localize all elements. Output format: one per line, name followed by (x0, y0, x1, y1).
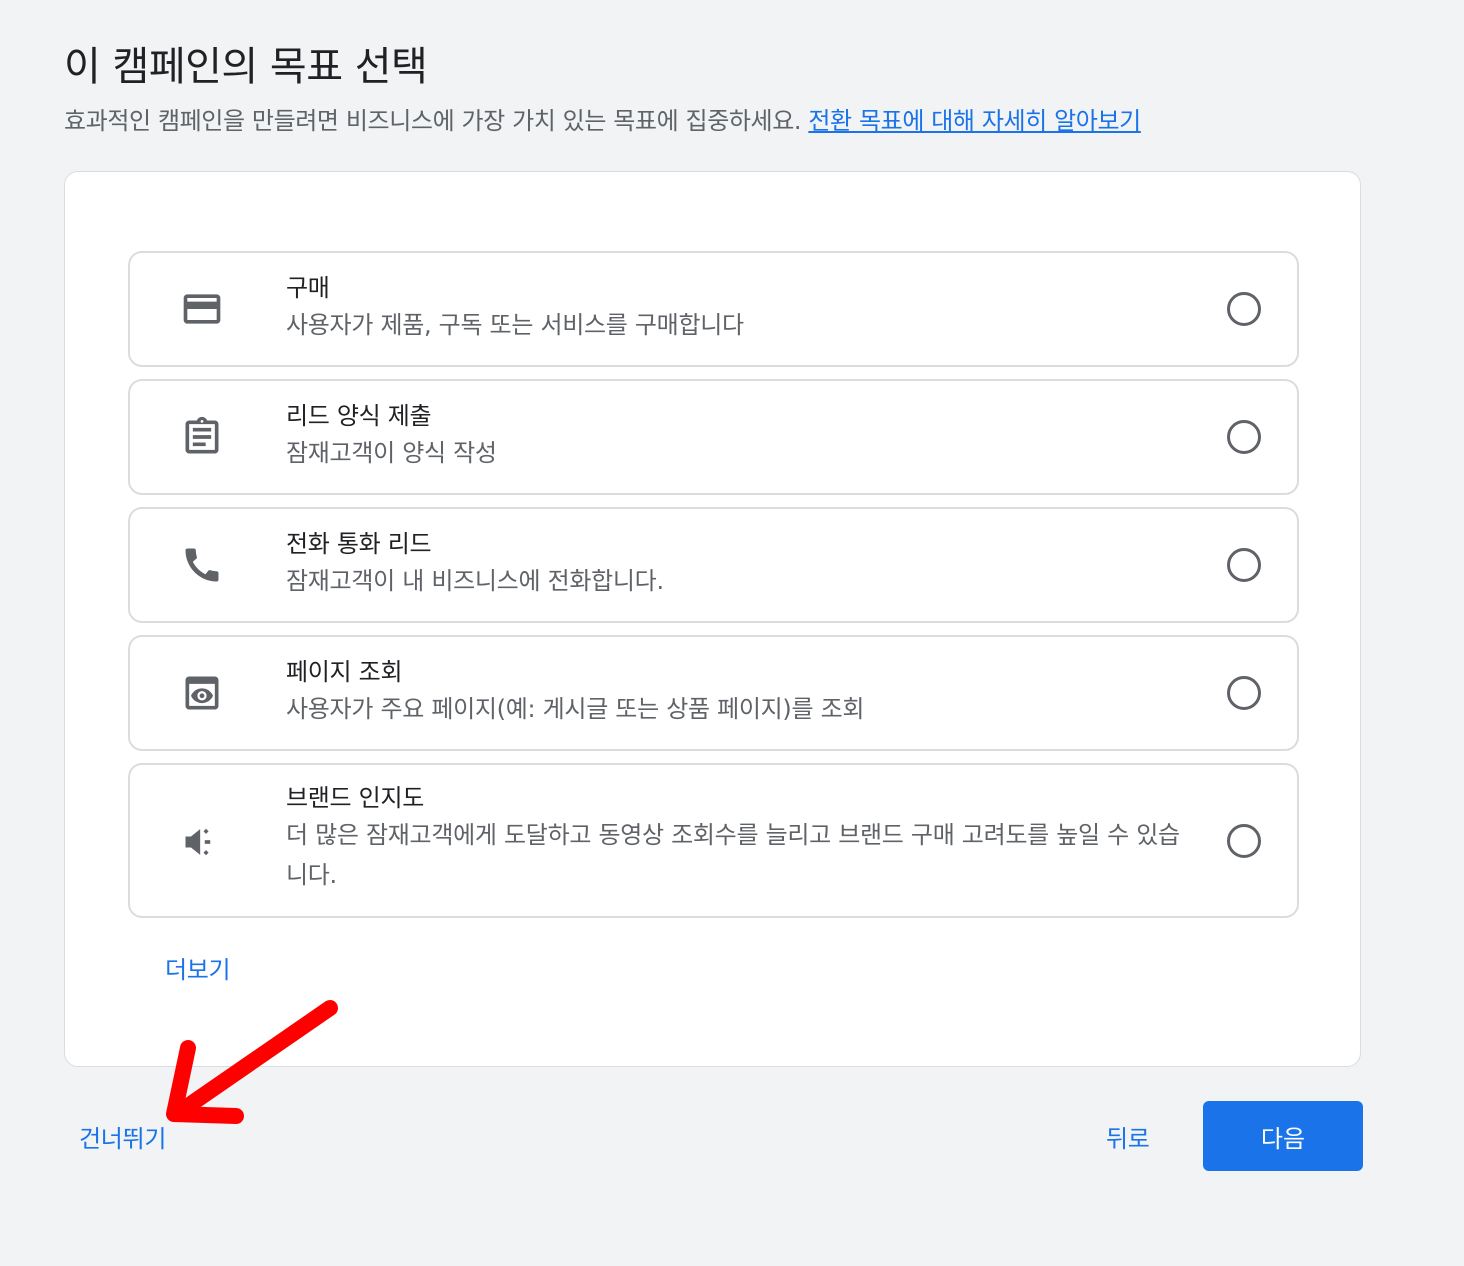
option-radio[interactable] (1227, 420, 1261, 454)
option-title: 브랜드 인지도 (286, 784, 425, 812)
option-title: 전화 통화 리드 (286, 530, 432, 558)
goal-selection-card: 구매 사용자가 제품, 구독 또는 서비스를 구매합니다 리드 양식 제출 잠재… (64, 171, 1361, 1067)
option-title: 페이지 조회 (286, 658, 403, 686)
option-lead-form[interactable]: 리드 양식 제출 잠재고객이 양식 작성 (128, 379, 1299, 495)
option-phone-call-lead[interactable]: 전화 통화 리드 잠재고객이 내 비즈니스에 전화합니다. (128, 507, 1299, 623)
megaphone-icon (180, 820, 224, 864)
option-text: 리드 양식 제출 잠재고객이 양식 작성 (286, 399, 1201, 473)
option-description: 사용자가 제품, 구독 또는 서비스를 구매합니다 (286, 311, 744, 339)
clipboard-icon (180, 415, 224, 459)
credit-card-icon (180, 287, 224, 331)
page-subtitle: 효과적인 캠페인을 만들려면 비즈니스에 가장 가치 있는 목표에 집중하세요.… (64, 101, 1141, 136)
option-title: 리드 양식 제출 (286, 402, 432, 430)
skip-link[interactable]: 건너뛰기 (79, 1119, 166, 1154)
option-text: 구매 사용자가 제품, 구독 또는 서비스를 구매합니다 (286, 271, 1201, 345)
option-text: 브랜드 인지도 더 많은 잠재고객에게 도달하고 동영상 조회수를 늘리고 브랜… (286, 781, 1201, 895)
option-description: 더 많은 잠재고객에게 도달하고 동영상 조회수를 늘리고 브랜드 구매 고려도… (286, 821, 1180, 889)
subtitle-text: 효과적인 캠페인을 만들려면 비즈니스에 가장 가치 있는 목표에 집중하세요. (64, 107, 802, 135)
option-description: 잠재고객이 내 비즈니스에 전화합니다. (286, 567, 664, 595)
next-button[interactable]: 다음 (1203, 1101, 1363, 1171)
option-page-view[interactable]: 페이지 조회 사용자가 주요 페이지(예: 게시글 또는 상품 페이지)를 조회 (128, 635, 1299, 751)
learn-more-link[interactable]: 전환 목표에 대해 자세히 알아보기 (808, 107, 1141, 135)
option-description: 사용자가 주요 페이지(예: 게시글 또는 상품 페이지)를 조회 (286, 695, 865, 723)
back-button[interactable]: 뒤로 (1106, 1119, 1150, 1154)
annotation-arrow-icon (166, 1000, 338, 1124)
option-radio[interactable] (1227, 676, 1261, 710)
show-more-link[interactable]: 더보기 (165, 950, 231, 985)
option-text: 페이지 조회 사용자가 주요 페이지(예: 게시글 또는 상품 페이지)를 조회 (286, 655, 1201, 729)
option-radio[interactable] (1227, 548, 1261, 582)
phone-icon (180, 543, 224, 587)
option-text: 전화 통화 리드 잠재고객이 내 비즈니스에 전화합니다. (286, 527, 1201, 601)
option-purchase[interactable]: 구매 사용자가 제품, 구독 또는 서비스를 구매합니다 (128, 251, 1299, 367)
option-radio[interactable] (1227, 292, 1261, 326)
option-brand-awareness[interactable]: 브랜드 인지도 더 많은 잠재고객에게 도달하고 동영상 조회수를 늘리고 브랜… (128, 763, 1299, 918)
option-description: 잠재고객이 양식 작성 (286, 439, 497, 467)
option-title: 구매 (286, 274, 330, 302)
page-title: 이 캠페인의 목표 선택 (64, 44, 428, 90)
option-radio[interactable] (1227, 824, 1261, 858)
eye-page-icon (180, 671, 224, 715)
